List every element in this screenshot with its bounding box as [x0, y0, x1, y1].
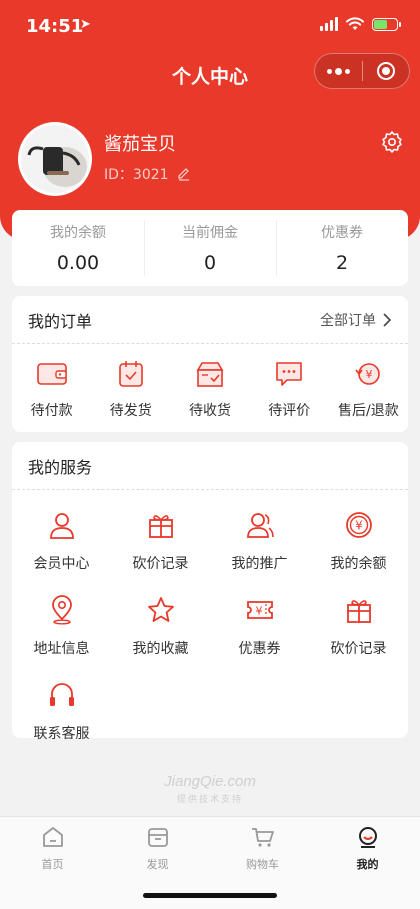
tab-label: 发现: [146, 858, 169, 871]
order-status-row: 待付款 待发货 待收货 待评价 ¥ 售后/退款: [12, 344, 408, 420]
svg-text:¥: ¥: [355, 519, 363, 533]
refund-icon: ¥: [355, 363, 381, 385]
service-label: 我的收藏: [132, 641, 189, 657]
commission-item[interactable]: 当前佣金 0: [144, 210, 276, 286]
wallet-icon: [36, 363, 67, 385]
service-address-info[interactable]: 地址信息: [12, 595, 111, 658]
order-label: 待发货: [109, 403, 152, 419]
brand-name: JiangQie.com: [164, 773, 256, 790]
order-after-sales[interactable]: ¥ 售后/退款: [329, 360, 408, 420]
service-bargain-records[interactable]: 砍价记录: [111, 510, 210, 573]
delivery-box-icon: [196, 362, 224, 387]
service-label: 砍价记录: [132, 556, 189, 572]
service-label: 地址信息: [33, 641, 90, 657]
balance-value: 0.00: [56, 252, 100, 274]
order-label: 待评价: [268, 403, 311, 419]
headset-icon: [49, 683, 74, 706]
tab-label: 我的: [356, 858, 379, 871]
service-label: 砍价记录: [330, 641, 387, 657]
tab-label: 首页: [41, 858, 64, 871]
coupon-label: 优惠券: [321, 225, 363, 241]
services-header: 我的服务: [12, 442, 408, 490]
service-label: 我的推广: [231, 556, 288, 572]
service-bargain-records-2[interactable]: 砍价记录: [309, 595, 408, 658]
discover-icon: [147, 828, 168, 847]
more-icon[interactable]: [315, 54, 362, 88]
order-pending-review[interactable]: 待评价: [250, 360, 329, 420]
orders-header: 我的订单 全部订单: [12, 296, 408, 344]
mini-program-capsule: [314, 53, 410, 89]
tab-label: 购物车: [246, 858, 279, 871]
coupon-item[interactable]: 优惠券 2: [276, 210, 408, 286]
avatar[interactable]: [18, 122, 92, 196]
user-id: ID：3021: [104, 164, 191, 184]
wifi-icon: [346, 17, 364, 30]
orders-title: 我的订单: [28, 311, 93, 331]
users-icon: [246, 513, 274, 538]
all-orders-label: 全部订单: [320, 312, 376, 329]
order-label: 待收货: [189, 403, 231, 419]
signal-icon: [320, 17, 338, 31]
user-id-text: ID：3021: [104, 167, 169, 183]
balance-card: 我的余额 0.00 当前佣金 0 优惠券 2: [12, 210, 408, 286]
services-grid: 会员中心 砍价记录 我的推广 ¥ 我的余额 地址信息 我的收藏 ¥ 优惠券 砍价…: [12, 490, 408, 743]
balance-item[interactable]: 我的余额 0.00: [12, 210, 144, 286]
all-orders-link[interactable]: 全部订单: [320, 310, 392, 330]
order-label: 待付款: [30, 403, 73, 419]
commission-value: 0: [203, 252, 217, 274]
location-pin-icon: [51, 595, 72, 625]
order-label: 售后/退款: [338, 403, 399, 419]
coupon-value: 2: [335, 252, 349, 274]
status-bar: 14:51 ➤: [0, 0, 420, 50]
yen-coin-icon: ¥: [345, 512, 372, 538]
gift-icon: [346, 600, 371, 623]
status-indicators: [320, 17, 401, 31]
status-time: 14:51: [26, 16, 84, 37]
profile-icon: [358, 827, 377, 848]
order-pending-receipt[interactable]: 待收货: [170, 360, 249, 420]
coupon-icon: ¥: [246, 601, 273, 619]
service-contact-support[interactable]: 联系客服: [12, 680, 111, 743]
commission-label: 当前佣金: [182, 225, 238, 241]
service-my-favorites[interactable]: 我的收藏: [111, 595, 210, 658]
orders-card: 我的订单 全部订单 待付款 待发货 待收货 待评价 ¥ 售后/退款: [12, 296, 408, 432]
gift-icon: [148, 515, 173, 538]
star-icon: [147, 597, 174, 622]
service-label: 我的余额: [330, 556, 387, 572]
location-arrow-icon: ➤: [80, 17, 91, 32]
service-my-promotion[interactable]: 我的推广: [210, 510, 309, 573]
username: 酱茄宝贝: [104, 134, 176, 155]
order-pending-payment[interactable]: 待付款: [12, 360, 91, 420]
service-label: 会员中心: [33, 556, 90, 572]
service-my-balance[interactable]: ¥ 我的余额: [309, 510, 408, 573]
services-title: 我的服务: [28, 457, 93, 477]
home-indicator: [143, 893, 277, 898]
brand-tagline: 提供技术支持: [176, 795, 243, 805]
user-icon: [49, 513, 74, 539]
service-member-center[interactable]: 会员中心: [12, 510, 111, 573]
comment-icon: [276, 362, 303, 386]
service-label: 优惠券: [238, 641, 281, 657]
svg-text:¥: ¥: [255, 605, 262, 618]
close-icon[interactable]: [362, 54, 409, 88]
svg-text:¥: ¥: [366, 368, 373, 381]
service-coupons[interactable]: ¥ 优惠券: [210, 595, 309, 658]
box-check-icon: [118, 361, 143, 387]
order-pending-shipment[interactable]: 待发货: [91, 360, 170, 420]
footer-brand: JiangQie.com 提供技术支持: [0, 773, 420, 805]
settings-icon[interactable]: [380, 130, 404, 154]
tab-mine[interactable]: 我的: [315, 817, 420, 909]
tab-home[interactable]: 首页: [0, 817, 105, 909]
balance-label: 我的余额: [50, 225, 106, 241]
cart-icon: [251, 828, 274, 847]
home-icon: [42, 827, 63, 847]
battery-icon: [372, 17, 401, 31]
services-card: 我的服务 会员中心 砍价记录 我的推广 ¥ 我的余额 地址信息 我的收藏 ¥ 优…: [12, 442, 408, 742]
chevron-right-icon: [383, 312, 392, 327]
service-label: 联系客服: [33, 726, 90, 742]
edit-icon[interactable]: [177, 167, 191, 181]
